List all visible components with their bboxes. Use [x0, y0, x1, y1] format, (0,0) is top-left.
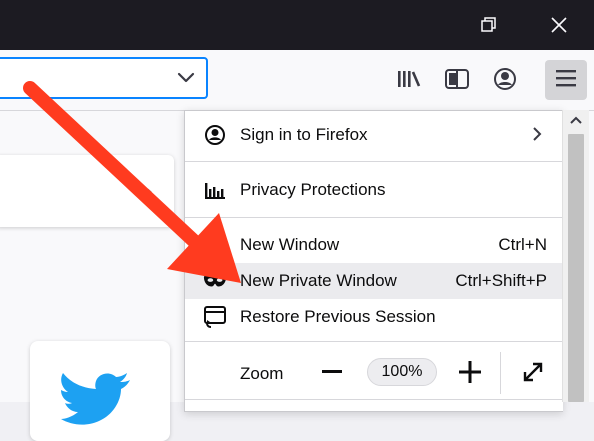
zoom-separator: [500, 352, 501, 394]
new-window-icon: [203, 233, 227, 257]
app-menu-button[interactable]: [545, 60, 587, 100]
fullscreen-icon: [523, 362, 543, 382]
minus-icon: [322, 370, 342, 373]
menu-item-shortcut: Ctrl+Shift+P: [455, 271, 547, 290]
menu-item-new-window[interactable]: New Window Ctrl+N: [185, 227, 563, 263]
top-site-tile-twitter[interactable]: [30, 341, 170, 441]
search-card[interactable]: →: [0, 155, 174, 227]
menu-scrollbar[interactable]: [562, 110, 589, 402]
menu-separator: [185, 341, 563, 342]
library-icon[interactable]: [396, 66, 422, 92]
private-mask-icon: [203, 269, 227, 293]
menu-item-restore-session[interactable]: Restore Previous Session: [185, 299, 563, 335]
zoom-out-button[interactable]: [321, 361, 343, 383]
twitter-icon: [61, 373, 130, 425]
plus-icon: [459, 361, 481, 383]
arrow-right-icon: →: [134, 175, 156, 200]
close-icon: [550, 16, 568, 34]
chevron-right-icon: [531, 126, 543, 147]
close-button[interactable]: [536, 0, 582, 50]
chart-icon: [203, 178, 227, 202]
account-icon: [203, 123, 227, 147]
nav-toolbar: [0, 50, 594, 111]
restore-button[interactable]: [466, 0, 512, 50]
title-bar: [0, 0, 594, 50]
menu-separator: [185, 161, 563, 162]
fullscreen-button[interactable]: [520, 359, 546, 385]
url-bar[interactable]: [0, 57, 208, 99]
chevron-up-icon: [570, 116, 582, 124]
hamburger-menu-icon: [555, 68, 577, 93]
app-menu-panel: Sign in to Firefox Privacy Protections N…: [184, 110, 563, 412]
zoom-reset-button[interactable]: 100%: [367, 358, 437, 386]
menu-separator: [185, 217, 563, 218]
account-icon[interactable]: [492, 66, 518, 92]
restore-icon: [481, 17, 497, 33]
sidebar-icon[interactable]: [444, 66, 470, 92]
scroll-up-button[interactable]: [563, 110, 589, 130]
menu-separator: [185, 399, 563, 400]
zoom-label: Zoom: [240, 364, 284, 383]
menu-item-label: New Private Window: [240, 271, 397, 290]
scroll-thumb[interactable]: [568, 134, 584, 402]
menu-item-label: Privacy Protections: [240, 180, 386, 199]
menu-item-shortcut: Ctrl+N: [498, 235, 547, 254]
chevron-down-icon[interactable]: [176, 69, 196, 92]
menu-item-sign-in[interactable]: Sign in to Firefox: [185, 117, 563, 153]
menu-item-label: Restore Previous Session: [240, 307, 436, 326]
menu-item-new-private-window[interactable]: New Private Window Ctrl+Shift+P: [185, 263, 563, 299]
zoom-in-button[interactable]: [459, 361, 481, 383]
menu-item-label: Sign in to Firefox: [240, 125, 368, 144]
menu-item-label: New Window: [240, 235, 340, 254]
menu-item-privacy-protections[interactable]: Privacy Protections: [185, 172, 563, 208]
restore-session-icon: [203, 305, 227, 329]
